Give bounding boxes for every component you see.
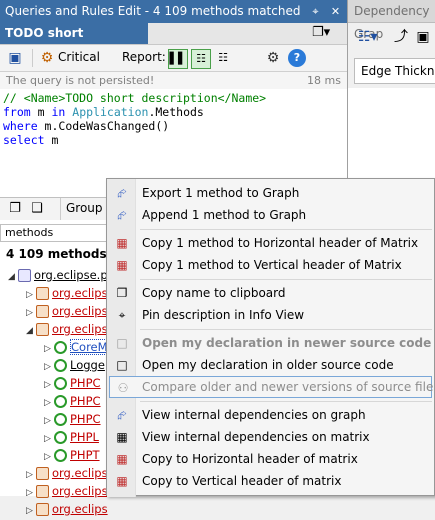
menu-separator — [140, 329, 432, 330]
menu-item-copy-to-horizontal-header[interactable]: ▦ Copy 1 method to Horizontal header of … — [109, 232, 432, 254]
menu-item-copy-name[interactable]: ❐ Copy name to clipboard — [109, 282, 432, 304]
tree-row[interactable]: ◢ org.eclips — [26, 320, 108, 338]
layout-icon[interactable]: ☷▾ — [358, 28, 378, 46]
tree-row[interactable]: ▷ org.eclips — [26, 482, 108, 500]
expand-arrow-icon[interactable]: ▷ — [26, 502, 36, 520]
matrix-horizontal-icon: ▦ — [116, 452, 128, 466]
matrix-icon: ▦ — [116, 430, 128, 444]
menu-item-copy-vertical-matrix[interactable]: ▦ Copy to Vertical header of matrix — [109, 470, 432, 492]
graph-toolbar: ☷▾ ⤴ ▣ — [348, 24, 435, 50]
menu-item-open-newer-declaration[interactable]: □ Open my declaration in newer source co… — [109, 332, 432, 354]
menu-item-open-older-declaration[interactable]: □ Open my declaration in older source co… — [109, 354, 432, 376]
methods-label: methods — [5, 226, 54, 239]
menu-item-view-deps-graph[interactable]: ⮳ View internal dependencies on graph — [109, 404, 432, 426]
tree-row[interactable]: ◢ org.eclipse.p — [8, 266, 108, 284]
graph-export-icon: ⮳ — [117, 186, 127, 200]
namespace-icon — [36, 287, 49, 300]
tab-dependency-graph[interactable]: Dependency Grap — [348, 0, 435, 41]
critical-gear-icon[interactable]: ⚙ — [38, 49, 56, 67]
tree-row[interactable]: ▷ CoreM — [44, 338, 109, 356]
document-icon: □ — [116, 358, 128, 372]
namespace-icon — [36, 503, 49, 516]
tree-row[interactable]: ▷ PHPT — [44, 446, 100, 464]
menu-item-export-to-graph[interactable]: ⮳ Export 1 method to Graph — [109, 182, 432, 204]
pin-icon[interactable]: ⌖ — [307, 3, 324, 20]
critical-button[interactable]: Critical — [58, 50, 100, 64]
tree-row[interactable]: ▷ org.eclips — [26, 284, 108, 302]
copy-icon: ❐ — [116, 286, 128, 300]
collapse-arrow-icon[interactable]: ◢ — [8, 268, 18, 286]
pin-icon: ⌖ — [118, 308, 126, 322]
matrix-horizontal-icon: ▦ — [116, 236, 128, 250]
menu-separator — [140, 401, 432, 402]
code-line: // <Name>TODO short description</Name> — [3, 91, 267, 105]
menu-separator — [140, 279, 432, 280]
menu-item-view-deps-matrix[interactable]: ▦ View internal dependencies on matrix — [109, 426, 432, 448]
panel-title: Queries and Rules Edit - 4 109 methods m… — [5, 4, 301, 18]
menu-item-copy-horizontal-matrix[interactable]: ▦ Copy to Horizontal header of matrix — [109, 448, 432, 470]
tree-row[interactable]: ▷ org.eclips — [26, 464, 108, 482]
context-menu: ⮳ Export 1 method to Graph ⮳ Append 1 me… — [106, 178, 435, 497]
persist-status: The query is not persisted! 18 ms — [0, 72, 347, 89]
divider — [32, 49, 33, 67]
tree-row[interactable]: ▷ PHPL — [44, 428, 99, 446]
matrix-vertical-icon: ▦ — [116, 258, 128, 272]
type-icon — [54, 341, 67, 354]
panel-title-bar: Queries and Rules Edit - 4 109 methods m… — [0, 0, 347, 23]
menu-item-copy-to-vertical-header[interactable]: ▦ Copy 1 method to Vertical header of Ma… — [109, 254, 432, 276]
menu-item-pin-description[interactable]: ⌖ Pin description in Info View — [109, 304, 432, 326]
collapse-icon[interactable]: ❐ — [6, 200, 24, 218]
menu-item-append-to-graph[interactable]: ⮳ Append 1 method to Graph — [109, 204, 432, 226]
type-icon — [54, 377, 67, 390]
compare-icon: ⚇ — [117, 381, 129, 395]
export-icon[interactable]: ⤴ — [392, 28, 410, 46]
type-icon — [54, 449, 67, 462]
new-query-icon[interactable]: ❐▾ — [312, 25, 330, 40]
tab-query[interactable]: TODO short description* ⌖ ✕ — [0, 23, 148, 61]
query-toolbar: ▣ ⚙ Critical Report: ▌▌ ☷ ☷ ⚙ ? — [0, 45, 347, 72]
edge-thickness-tab[interactable]: Edge Thicknes — [354, 58, 435, 84]
elapsed-time: 18 ms — [307, 74, 341, 87]
tree-row[interactable]: ▷ PHPC — [44, 374, 101, 392]
code-line: from m in Application.Methods — [3, 105, 204, 119]
tree-row[interactable]: ▷ Logge — [44, 356, 105, 374]
document-icon: □ — [116, 336, 128, 350]
expand-icon[interactable]: ❑ — [28, 200, 46, 218]
tree-row[interactable]: ▷ org.eclips — [26, 302, 108, 320]
tree-row[interactable]: ▷ PHPC — [44, 410, 101, 428]
code-line: select m — [3, 133, 59, 147]
report-warning-icon[interactable]: ▌▌ — [168, 49, 188, 69]
report-list-icon[interactable]: ☷ — [214, 49, 232, 67]
tree-row[interactable]: ▷ PHPC — [44, 392, 101, 410]
namespace-icon — [36, 485, 49, 498]
namespace-icon — [36, 305, 49, 318]
namespace-icon — [36, 467, 49, 480]
save-icon[interactable]: ▣ — [6, 49, 24, 67]
tree-row[interactable]: ▷ org.eclips — [26, 500, 108, 518]
type-icon — [54, 359, 67, 372]
help-icon[interactable]: ? — [288, 49, 306, 67]
assembly-icon — [18, 269, 31, 282]
close-icon[interactable]: ✕ — [327, 3, 344, 20]
menu-separator — [140, 229, 432, 230]
query-code-editor[interactable]: // <Name>TODO short description</Name> f… — [0, 90, 347, 186]
type-icon — [54, 395, 67, 408]
settings-gear-icon[interactable]: ⚙ — [264, 49, 282, 67]
camera-icon[interactable]: ▣ — [414, 28, 432, 46]
tab-strip: TODO short description* ⌖ ✕ ❐▾ — [0, 23, 347, 61]
graph-icon: ⮳ — [117, 408, 127, 422]
namespace-icon — [36, 323, 49, 336]
persist-text: The query is not persisted! — [6, 74, 155, 87]
code-line: where m.CodeWasChanged() — [3, 119, 170, 133]
divider — [60, 198, 61, 220]
type-icon — [54, 413, 67, 426]
menu-item-compare-versions[interactable]: ⚇ Compare older and newer versions of so… — [109, 376, 433, 398]
type-icon — [54, 431, 67, 444]
collapse-arrow-icon[interactable]: ◢ — [26, 322, 36, 340]
report-rule-icon[interactable]: ☷ — [191, 49, 211, 69]
graph-append-icon: ⮳ — [117, 208, 127, 222]
report-label: Report: — [122, 50, 166, 64]
matrix-vertical-icon: ▦ — [116, 474, 128, 488]
